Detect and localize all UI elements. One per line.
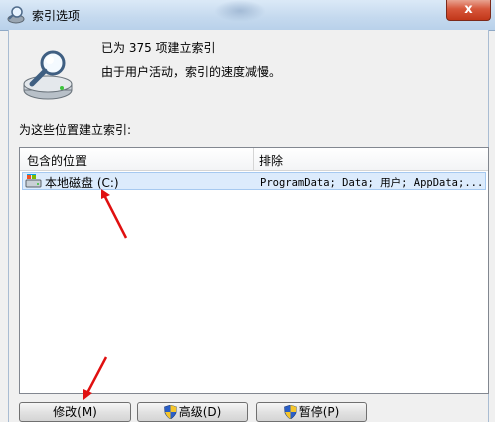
uac-shield-icon: [283, 405, 297, 419]
list-item[interactable]: 本地磁盘 (C:) ProgramData; Data; 用户; AppData…: [22, 172, 486, 190]
list-header: 包含的位置 排除: [20, 148, 488, 171]
advanced-button-label: 高级(D): [178, 405, 222, 419]
drive-icon: [25, 174, 42, 188]
column-header-excluded[interactable]: 排除: [259, 152, 283, 169]
modify-button-label: 修改(M): [53, 405, 97, 419]
close-button[interactable]: x: [446, 0, 491, 21]
column-header-included[interactable]: 包含的位置: [27, 152, 87, 169]
title-bar: 索引选项 x: [0, 0, 495, 31]
indexing-options-icon: [7, 6, 25, 24]
title-glow: [214, 0, 266, 22]
excluded-folders: ProgramData; Data; 用户; AppData;...: [260, 177, 484, 189]
pause-button-label: 暂停(P): [298, 405, 340, 419]
indexing-status-message: 由于用户活动，索引的速度减慢。: [101, 65, 282, 79]
pause-button[interactable]: 暂停(P): [256, 402, 367, 422]
close-icon: x: [464, 2, 473, 17]
modify-button[interactable]: 修改(M): [19, 402, 131, 422]
advanced-button[interactable]: 高级(D): [137, 402, 248, 422]
column-separator[interactable]: [253, 148, 254, 170]
window-title: 索引选项: [32, 9, 81, 23]
magnifier-drive-icon: [23, 50, 73, 100]
indexed-locations-label: 为这些位置建立索引:: [19, 123, 132, 137]
location-name: 本地磁盘 (C:): [45, 176, 119, 190]
uac-shield-icon: [163, 405, 177, 419]
indexed-locations-list[interactable]: 包含的位置 排除 本地磁盘 (C:) ProgramData; Data; 用户…: [19, 147, 489, 394]
indexed-count-text: 已为 375 项建立索引: [101, 41, 216, 55]
